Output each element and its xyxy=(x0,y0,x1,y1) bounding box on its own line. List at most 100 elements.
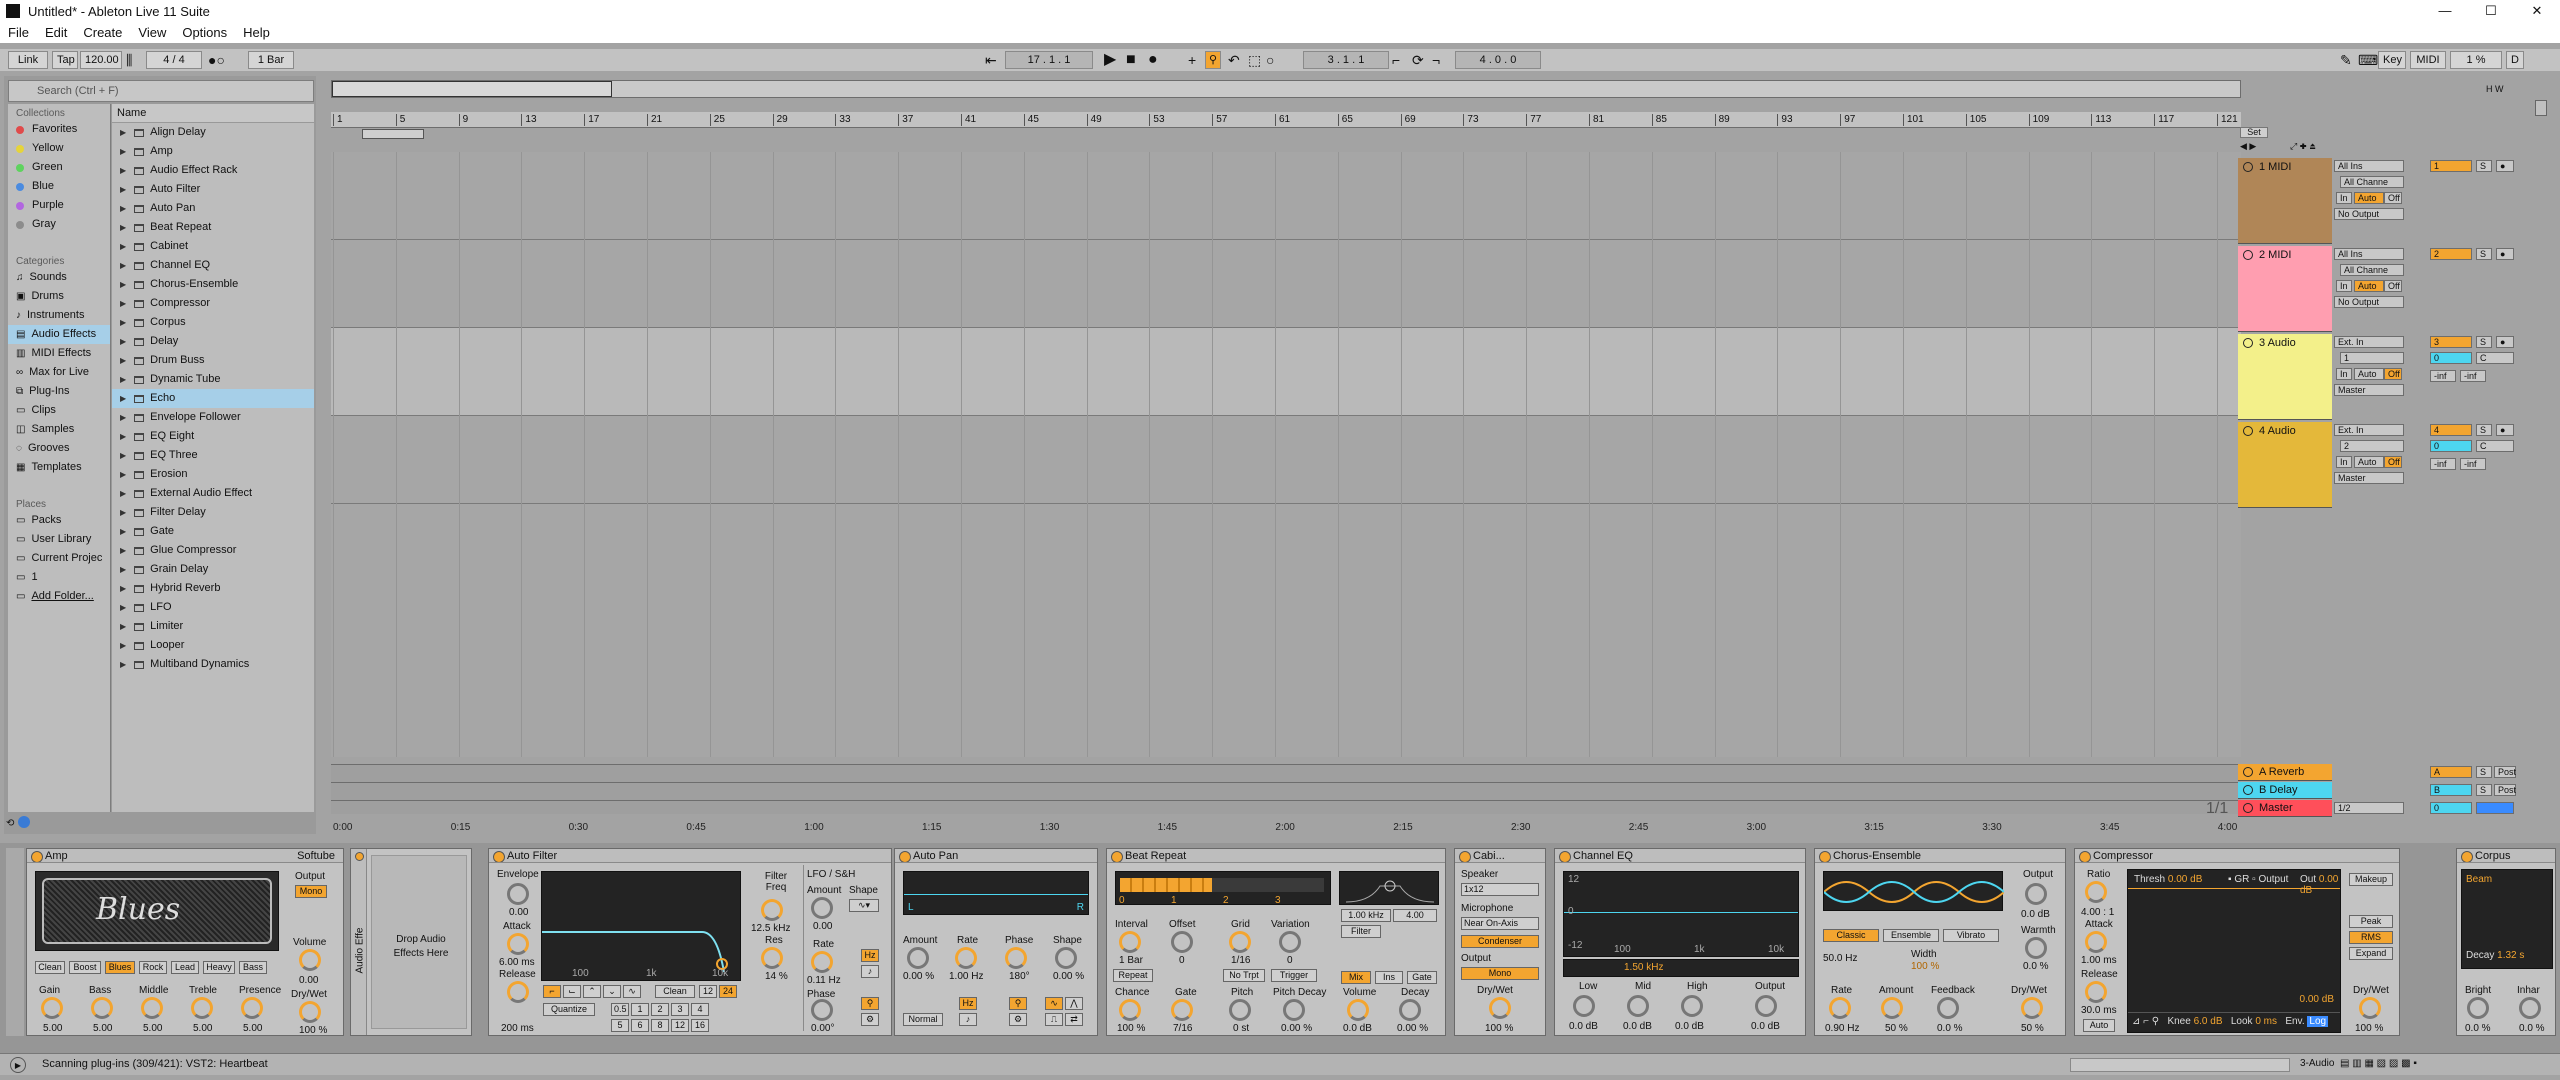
place-current-projec[interactable]: ▭ Current Projec xyxy=(8,549,110,568)
draw-mode-icon[interactable]: ✎ xyxy=(2340,51,2352,69)
return-activator-button[interactable]: 0 xyxy=(2430,802,2472,814)
browser-item-erosion[interactable]: ▶ Erosion xyxy=(112,465,314,484)
br-interval-knob[interactable] xyxy=(1119,931,1141,953)
collection-purple[interactable]: Purple xyxy=(8,196,110,215)
device-chorus-ensemble[interactable]: Chorus-Ensemble Classic Ensemble Vibrato… xyxy=(1814,848,2066,1036)
corpus-bright-knob[interactable] xyxy=(2467,997,2489,1019)
expand-icon[interactable]: ▶ xyxy=(120,142,126,161)
quantize-3-button[interactable]: 3 xyxy=(671,1003,689,1016)
category-instruments[interactable]: ♪ Instruments xyxy=(8,306,110,325)
monitor-in-button[interactable]: In xyxy=(2336,456,2352,468)
autopan-wave-sine-button[interactable]: ∿ xyxy=(1045,997,1063,1010)
beat-time-ruler[interactable]: 1 5 9 13 17 21 25 29 33 37 41 45 49 53 57 61 65 69 73 77 81 8… xyxy=(331,112,2241,128)
comp-makeup-button[interactable]: Makeup xyxy=(2349,873,2393,886)
return-lanes[interactable] xyxy=(331,764,2241,814)
expand-icon[interactable]: ▶ xyxy=(120,465,126,484)
quantization-menu[interactable]: 1 Bar xyxy=(248,51,294,69)
track-header-1[interactable]: 1 MIDI xyxy=(2238,158,2332,244)
comp-gr-toggle[interactable]: ▪ GR ▫ Output xyxy=(2228,874,2288,885)
device-audio-effect-rack[interactable]: Audio Effe Drop Audio Effects Here xyxy=(350,848,472,1036)
category-templates[interactable]: ▦ Templates xyxy=(8,458,110,477)
expand-icon[interactable]: ▶ xyxy=(120,636,126,655)
br-gate-knob[interactable] xyxy=(1171,999,1193,1021)
br-pitch-decay-knob[interactable] xyxy=(1283,999,1305,1021)
track-lanes[interactable] xyxy=(331,152,2241,782)
amp-type-heavy[interactable]: Heavy xyxy=(203,961,235,974)
filter-type-lowpass-button[interactable]: ⌐ xyxy=(543,985,561,998)
browser-item-audio-effect-rack[interactable]: ▶ Audio Effect Rack xyxy=(112,161,314,180)
beat-repeat-filter-freq[interactable]: 1.00 kHz xyxy=(1341,909,1391,922)
collection-yellow[interactable]: Yellow xyxy=(8,139,110,158)
collection-favorites[interactable]: Favorites xyxy=(8,120,110,139)
autopan-invert-button[interactable]: ⇄ xyxy=(1065,1013,1083,1026)
view-switch-icons[interactable]: ▤ ▥ ▦ ▧ ▨ ▩ ▪ xyxy=(2340,1058,2417,1069)
autofilter-display[interactable]: 100 1k 10k xyxy=(541,871,741,981)
output-type-menu[interactable]: Master xyxy=(2334,384,2404,396)
peak-level-left[interactable]: -inf xyxy=(2430,458,2456,470)
comp-env-log-button[interactable]: Log xyxy=(2307,1016,2329,1027)
filter-type-morph-button[interactable]: ∿ xyxy=(623,985,641,998)
category-audio-effects[interactable]: ▤ Audio Effects xyxy=(8,325,110,344)
place-user-library[interactable]: ▭ User Library xyxy=(8,530,110,549)
arm-button[interactable]: ● xyxy=(2496,336,2514,348)
computer-keyboard-icon[interactable]: ⌨ xyxy=(2358,51,2378,69)
minimize-icon[interactable]: — xyxy=(2422,0,2468,22)
loop-brace[interactable] xyxy=(362,129,424,139)
quantize-1-button[interactable]: 1 xyxy=(631,1003,649,1016)
record-icon[interactable]: ● xyxy=(1148,51,1158,69)
hot-swap-icon[interactable]: ⟲ xyxy=(6,818,14,829)
eq-high-knob[interactable] xyxy=(1681,995,1703,1017)
return-activator-button[interactable]: B xyxy=(2430,784,2472,796)
stop-icon[interactable]: ■ xyxy=(1126,51,1136,69)
category-plug-ins[interactable]: ⧉ Plug-Ins xyxy=(8,382,110,401)
expand-icon[interactable]: ▶ xyxy=(120,408,126,427)
tap-button[interactable]: Tap xyxy=(52,51,78,69)
category-clips[interactable]: ▭ Clips xyxy=(8,401,110,420)
browser-item-looper[interactable]: ▶ Looper xyxy=(112,636,314,655)
maximize-icon[interactable]: ☐ xyxy=(2468,0,2514,22)
expand-icon[interactable]: ▶ xyxy=(120,389,126,408)
quantize-4-button[interactable]: 4 xyxy=(691,1003,709,1016)
expand-icon[interactable]: ▶ xyxy=(120,484,126,503)
comp-release-knob[interactable] xyxy=(2085,981,2107,1003)
expand-icon[interactable]: ▶ xyxy=(120,503,126,522)
browser-item-delay[interactable]: ▶ Delay xyxy=(112,332,314,351)
solo-button[interactable]: S xyxy=(2476,424,2492,436)
locator-nav-icon[interactable]: ◀ ▶ xyxy=(2240,141,2256,152)
br-no-trpt-button[interactable]: No Trpt xyxy=(1223,969,1265,982)
fold-icon[interactable] xyxy=(2243,338,2253,348)
beat-repeat-filter-button[interactable]: Filter xyxy=(1341,925,1381,938)
autofilter-phase-knob[interactable] xyxy=(811,999,833,1021)
autopan-phase-mode-button[interactable]: ⚲ xyxy=(1009,997,1027,1010)
browser-item-compressor[interactable]: ▶ Compressor xyxy=(112,294,314,313)
beat-repeat-filter-width[interactable]: 4.00 xyxy=(1393,909,1437,922)
chorus-rate-knob[interactable] xyxy=(1829,997,1851,1019)
chorus-output-knob[interactable] xyxy=(2025,883,2047,905)
lane-track-4[interactable] xyxy=(331,416,2241,504)
menu-view[interactable]: View xyxy=(130,25,174,40)
quantize-16-button[interactable]: 16 xyxy=(691,1019,709,1032)
browser-item-eq-eight[interactable]: ▶ EQ Eight xyxy=(112,427,314,446)
expand-icon[interactable]: ▶ xyxy=(120,161,126,180)
close-icon[interactable]: ✕ xyxy=(2514,0,2560,22)
track-header-3[interactable]: 3 Audio xyxy=(2238,334,2332,420)
browser-search-input[interactable]: Search (Ctrl + F) xyxy=(8,80,314,102)
comp-expand-button[interactable]: Expand xyxy=(2349,947,2393,960)
solo-button[interactable]: S xyxy=(2476,766,2492,778)
browser-item-beat-repeat[interactable]: ▶ Beat Repeat xyxy=(112,218,314,237)
preview-icon[interactable] xyxy=(18,816,30,828)
re-enable-automation-icon[interactable]: ↶ xyxy=(1228,51,1240,69)
track-activator-button[interactable]: 2 xyxy=(2430,248,2472,260)
category-sounds[interactable]: ♫ Sounds xyxy=(8,268,110,287)
menu-edit[interactable]: Edit xyxy=(37,25,75,40)
br-variation-knob[interactable] xyxy=(1279,931,1301,953)
autofilter-rate-knob[interactable] xyxy=(811,951,833,973)
nudge-icon[interactable]: ⫼ xyxy=(126,51,132,69)
autopan-rate-knob[interactable] xyxy=(955,947,977,969)
track-activator-button[interactable]: 3 xyxy=(2430,336,2472,348)
fold-icon[interactable] xyxy=(2243,785,2253,795)
browser-item-drum-buss[interactable]: ▶ Drum Buss xyxy=(112,351,314,370)
br-pitch-knob[interactable] xyxy=(1229,999,1251,1021)
return-header-a-reverb[interactable]: A Reverb xyxy=(2238,764,2332,781)
monitor-auto-button[interactable]: Auto xyxy=(2354,456,2384,468)
